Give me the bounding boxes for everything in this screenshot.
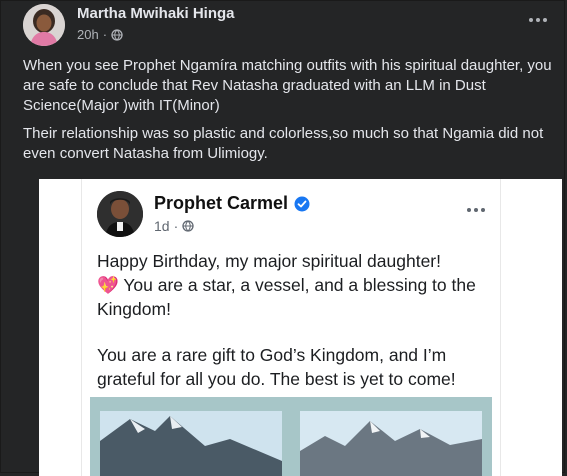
mountain-photo-2 [300,411,482,476]
shared-post-time: 1d [154,218,170,234]
screenshot-frame: Martha Mwihaki Hinga 20h · When you see … [0,0,565,476]
shared-paragraph-2: You are a rare gift to God’s Kingdom, an… [97,345,456,389]
shared-meta-separator: · [173,218,179,234]
post-header: Martha Mwihaki Hinga 20h · [23,4,553,48]
globe-icon [111,28,123,41]
mountain-photo-1 [100,411,282,476]
author-name[interactable]: Martha Mwihaki Hinga [77,5,235,22]
shared-post-meta: 1d · [154,218,194,234]
more-options-icon[interactable] [523,10,553,30]
shared-author-name: Prophet Carmel [154,193,289,213]
shared-post-text: Happy Birthday, my major spiritual daugh… [97,249,492,413]
shared-photos [90,397,492,476]
post-paragraph-2: Their relationship was so plastic and co… [23,125,544,162]
heart-emoji-icon: 💖 [97,275,119,295]
post-paragraph-1: When you see Prophet Ngamíra matching ou… [23,57,552,114]
shared-post-card: Prophet Carmel 1d · Happy Birthday, my m… [81,179,501,476]
verified-badge-icon [294,196,310,211]
shared-author-avatar [97,191,143,237]
shared-more-options-icon [466,197,486,218]
post-text: When you see Prophet Ngamíra matching ou… [23,56,553,172]
shared-image[interactable]: Prophet Carmel 1d · Happy Birthday, my m… [39,179,562,476]
shared-line-1: Happy Birthday, my major spiritual daugh… [97,251,441,271]
shared-paragraph-1: Happy Birthday, my major spiritual daugh… [97,249,492,321]
shared-line-2: You are a star, a vessel, and a blessing… [97,275,476,319]
shared-author: Prophet Carmel [154,193,310,214]
shared-globe-icon [182,220,194,232]
post-meta: 20h · [77,27,123,42]
post-time[interactable]: 20h [77,27,99,42]
author-avatar[interactable] [23,4,65,46]
meta-separator: · [102,27,108,42]
